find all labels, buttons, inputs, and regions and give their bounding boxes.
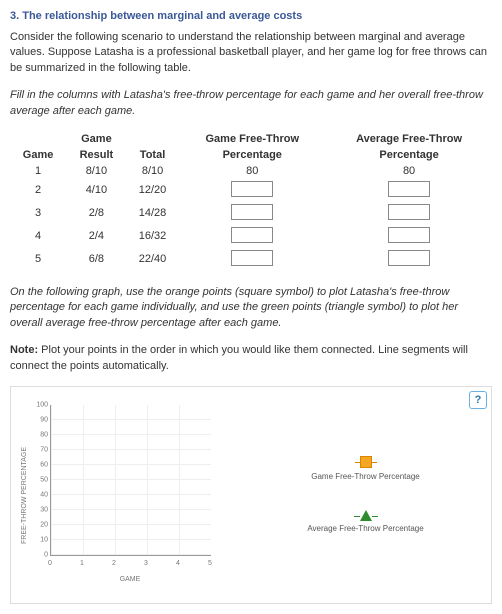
avg-pct-input[interactable] bbox=[388, 250, 430, 266]
col-gpct-bot: Percentage bbox=[178, 147, 326, 163]
cell-total: 14/28 bbox=[127, 202, 179, 225]
table-row: 56/822/40 bbox=[10, 248, 492, 271]
cell-gpct bbox=[178, 202, 326, 225]
col-game: Game bbox=[10, 131, 66, 163]
cell-game: 1 bbox=[10, 163, 66, 179]
table-row: 18/108/108080 bbox=[10, 163, 492, 179]
cell-result: 2/4 bbox=[66, 225, 127, 248]
help-button[interactable]: ? bbox=[469, 391, 487, 409]
cell-total: 16/32 bbox=[127, 225, 179, 248]
free-throw-table: Game Game Total Game Free-Throw Average … bbox=[10, 131, 492, 271]
game-pct-input[interactable] bbox=[231, 204, 273, 220]
col-result-top: Game bbox=[66, 131, 127, 147]
y-tick: 70 bbox=[28, 446, 48, 453]
avg-pct-input[interactable] bbox=[388, 204, 430, 220]
cell-result: 4/10 bbox=[66, 179, 127, 202]
y-tick: 100 bbox=[28, 401, 48, 408]
y-tick: 50 bbox=[28, 476, 48, 483]
table-row: 42/416/32 bbox=[10, 225, 492, 248]
game-pct-input[interactable] bbox=[231, 227, 273, 243]
legend-game-label: Game Free-Throw Percentage bbox=[311, 472, 420, 481]
cell-result: 8/10 bbox=[66, 163, 127, 179]
plot-area[interactable]: GAME 0 10 20 30 40 50 60 70 80 90 100 0 1 2 3 4 5 bbox=[28, 395, 228, 595]
x-tick: 5 bbox=[200, 560, 220, 567]
cell-apct bbox=[326, 179, 492, 202]
question-title: 3. The relationship between marginal and… bbox=[10, 10, 492, 22]
graph-instruction: On the following graph, use the orange p… bbox=[10, 285, 492, 331]
y-tick: 90 bbox=[28, 416, 48, 423]
cell-apct bbox=[326, 248, 492, 271]
y-axis-label: FREE-THROW PERCENTAGE bbox=[19, 395, 28, 595]
cell-game: 2 bbox=[10, 179, 66, 202]
cell-result: 6/8 bbox=[66, 248, 127, 271]
avg-pct-input[interactable] bbox=[388, 227, 430, 243]
avg-pct-input[interactable] bbox=[388, 181, 430, 197]
cell-gpct bbox=[178, 225, 326, 248]
cell-apct bbox=[326, 202, 492, 225]
square-icon bbox=[360, 456, 372, 468]
table-row: 24/1012/20 bbox=[10, 179, 492, 202]
cell-total: 8/10 bbox=[127, 163, 179, 179]
game-pct-input[interactable] bbox=[231, 181, 273, 197]
legend-game-series[interactable]: Game Free-Throw Percentage bbox=[248, 456, 483, 481]
y-tick: 10 bbox=[28, 536, 48, 543]
x-tick: 2 bbox=[104, 560, 124, 567]
fill-instruction: Fill in the columns with Latasha's free-… bbox=[10, 88, 492, 119]
cell-game: 5 bbox=[10, 248, 66, 271]
col-apct-top: Average Free-Throw bbox=[326, 131, 492, 147]
y-tick: 0 bbox=[28, 551, 48, 558]
grid bbox=[50, 405, 211, 556]
cell-game: 4 bbox=[10, 225, 66, 248]
col-apct-bot: Percentage bbox=[326, 147, 492, 163]
note: Note: Plot your points in the order in w… bbox=[10, 343, 492, 374]
x-tick: 3 bbox=[136, 560, 156, 567]
triangle-icon bbox=[360, 510, 372, 521]
cell-gpct bbox=[178, 248, 326, 271]
col-result-bot: Result bbox=[66, 147, 127, 163]
table-row: 32/814/28 bbox=[10, 202, 492, 225]
graph-panel: ? FREE-THROW PERCENTAGE GAME 01020304050… bbox=[10, 386, 492, 604]
note-text: Plot your points in the order in which y… bbox=[10, 344, 468, 371]
col-gpct-top: Game Free-Throw bbox=[178, 131, 326, 147]
cell-game: 3 bbox=[10, 202, 66, 225]
legend: Game Free-Throw Percentage Average Free-… bbox=[228, 395, 483, 595]
x-tick: 4 bbox=[168, 560, 188, 567]
x-tick: 1 bbox=[72, 560, 92, 567]
y-tick: 60 bbox=[28, 461, 48, 468]
note-label: Note: bbox=[10, 344, 38, 356]
y-tick: 40 bbox=[28, 491, 48, 498]
cell-gpct: 80 bbox=[178, 163, 326, 179]
table-body: 18/108/10808024/1012/2032/814/2842/416/3… bbox=[10, 163, 492, 271]
cell-apct: 80 bbox=[326, 163, 492, 179]
legend-avg-label: Average Free-Throw Percentage bbox=[307, 524, 423, 533]
y-tick: 20 bbox=[28, 521, 48, 528]
game-pct-input[interactable] bbox=[231, 250, 273, 266]
cell-total: 22/40 bbox=[127, 248, 179, 271]
legend-avg-series[interactable]: Average Free-Throw Percentage bbox=[248, 509, 483, 533]
col-total: Total bbox=[127, 131, 179, 163]
cell-total: 12/20 bbox=[127, 179, 179, 202]
cell-result: 2/8 bbox=[66, 202, 127, 225]
y-tick: 30 bbox=[28, 506, 48, 513]
x-axis-label: GAME bbox=[50, 576, 210, 583]
cell-apct bbox=[326, 225, 492, 248]
intro-text: Consider the following scenario to under… bbox=[10, 30, 492, 76]
cell-gpct bbox=[178, 179, 326, 202]
y-tick: 80 bbox=[28, 431, 48, 438]
x-tick: 0 bbox=[40, 560, 60, 567]
